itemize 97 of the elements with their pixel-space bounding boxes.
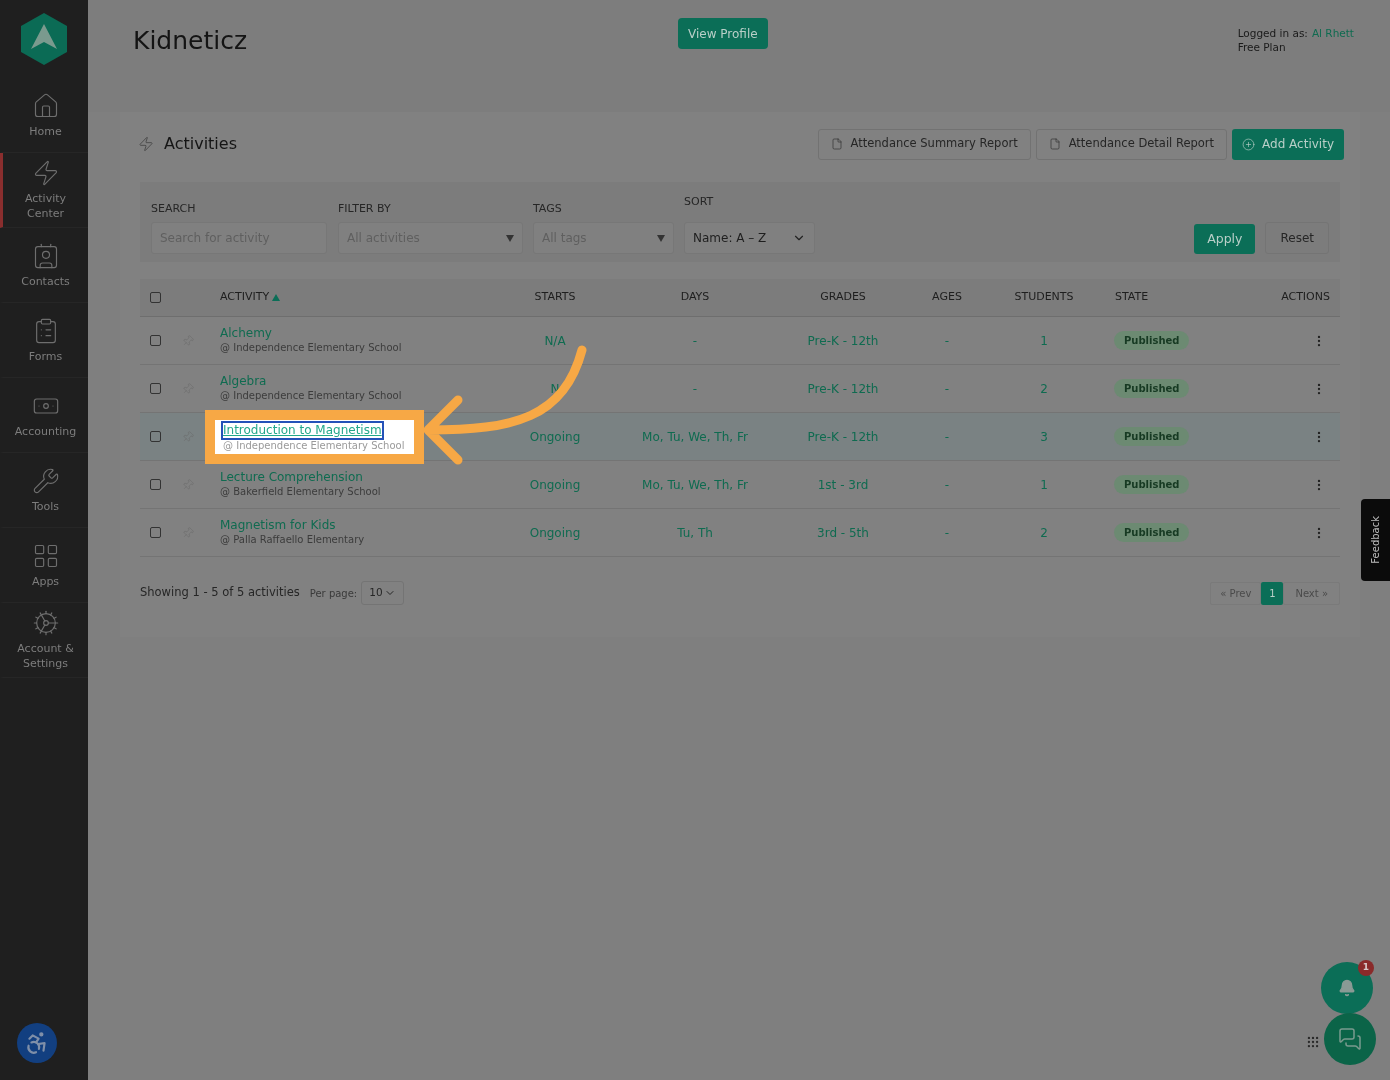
feedback-tab[interactable]: Feedback <box>1361 499 1390 581</box>
grades-cell-text: Pre-K - 12th <box>806 380 880 398</box>
starts-cell-text: N/A <box>543 332 567 350</box>
students-cell-text: 3 <box>1039 428 1049 446</box>
days-cell-text: - <box>691 332 699 350</box>
search-label: SEARCH <box>151 200 197 217</box>
activity-link[interactable]: Introduction to Magnetism <box>223 422 382 438</box>
grades-cell-text: 1st - 3rd <box>816 476 870 494</box>
column-header[interactable]: STARTS <box>534 290 576 304</box>
sidebar-item[interactable]: Tools <box>0 453 88 528</box>
add-activity-button[interactable]: Add Activity <box>1232 128 1344 160</box>
select-all-checkbox[interactable] <box>149 292 161 303</box>
column-header[interactable]: GRADES <box>820 290 866 304</box>
section-title: Activities <box>164 133 237 155</box>
sidebar-item[interactable]: Accounting <box>0 378 88 453</box>
tags-label: TAGS <box>533 200 563 217</box>
dropdown-arrow-icon <box>657 234 665 242</box>
students-cell-text: 1 <box>1039 332 1049 350</box>
ages-cell-text: - <box>943 332 951 350</box>
days-cell-text: - <box>691 380 699 398</box>
dropdown-arrow-icon <box>506 234 514 242</box>
grades-cell-text: Pre-K - 12th <box>806 428 880 446</box>
row-checkbox[interactable] <box>149 431 161 442</box>
logged-in-label: Logged in as: <box>1237 26 1308 40</box>
lightning-icon <box>138 136 154 152</box>
settings-icon <box>31 609 60 637</box>
activity-location: @ Independence Elementary School <box>223 438 405 453</box>
logo-icon <box>21 13 67 65</box>
page-button[interactable]: 1 <box>1261 581 1284 605</box>
notification-badge: 1 <box>1358 960 1374 976</box>
plan-label: Free Plan <box>1237 40 1287 54</box>
days-cell-text: Mo, Tu, We, Th, Fr <box>641 428 749 446</box>
view-profile-button[interactable]: View Profile <box>678 18 768 49</box>
column-header[interactable]: STUDENTS <box>1014 290 1074 304</box>
reset-button[interactable]: Reset <box>1265 222 1329 254</box>
notification-button[interactable]: 1 <box>1321 962 1373 1014</box>
report-button[interactable]: Attendance Detail Report <box>1035 128 1228 160</box>
wrench-icon <box>31 466 60 495</box>
chat-button[interactable] <box>1324 1013 1376 1065</box>
sidebar-item[interactable]: Activity Center <box>0 153 88 228</box>
chat-icon <box>1338 1027 1362 1051</box>
sidebar-item[interactable]: Apps <box>0 528 88 603</box>
status-badge: Published <box>1114 523 1190 542</box>
per-page-label: Per page: <box>309 586 358 601</box>
students-cell-text: 2 <box>1039 380 1049 398</box>
starts-cell-text: Ongoing <box>528 428 582 446</box>
table-row[interactable]: Alchemy @ Independence Elementary School N/A - Pre-K - 12th - 1 Published <box>140 317 1340 365</box>
starts-cell-text: Ongoing <box>528 524 582 542</box>
drag-handle-icon[interactable] <box>1306 1035 1320 1049</box>
grades-cell-text: 3rd - 5th <box>816 524 870 542</box>
apply-button[interactable]: Apply <box>1194 224 1256 254</box>
report-button[interactable]: Attendance Summary Report <box>817 128 1031 160</box>
activity-location: @ Palla Raffaello Elementary <box>220 533 366 547</box>
activity-location: @ Independence Elementary School <box>220 341 403 355</box>
ages-cell-text: - <box>943 524 951 542</box>
column-header[interactable]: AGES <box>932 290 962 304</box>
bell-icon <box>1338 979 1356 997</box>
ages-cell-text: - <box>943 428 951 446</box>
sort-dropdown[interactable]: Name: A – Z <box>684 222 815 254</box>
status-badge: Published <box>1114 427 1190 446</box>
document-icon <box>1048 138 1061 150</box>
row-checkbox[interactable] <box>149 335 161 346</box>
grades-cell-text: Pre-K - 12th <box>806 332 880 350</box>
days-cell-text: Tu, Th <box>676 524 714 542</box>
status-badge: Published <box>1114 379 1190 398</box>
results-count: Showing 1 - 5 of 5 activities <box>140 584 300 602</box>
sidebar-item[interactable]: Forms <box>0 303 88 378</box>
activity-location: @ Bakerfield Elementary School <box>220 485 382 499</box>
status-badge: Published <box>1114 475 1190 494</box>
days-cell-text: Mo, Tu, We, Th, Fr <box>641 476 749 494</box>
document-icon <box>830 138 843 150</box>
sidebar-item[interactable]: Account & Settings <box>0 603 88 678</box>
table-row[interactable]: Introduction to Magnetism @ Independence Elementary School Ongoing Mo, Tu, We, Th, Fr Pre-K - 12th - 3 Published <box>140 413 1340 461</box>
plus-circle-icon <box>1242 137 1256 151</box>
starts-cell-text: Ongoing <box>528 476 582 494</box>
row-checkbox[interactable] <box>149 527 161 538</box>
column-header[interactable]: ACTIONS <box>1281 290 1330 304</box>
ages-cell-text: - <box>943 380 951 398</box>
students-cell-text: 1 <box>1039 476 1049 494</box>
column-header[interactable]: STATE <box>1115 290 1149 304</box>
row-checkbox[interactable] <box>149 479 161 490</box>
accessibility-button[interactable] <box>17 1022 57 1063</box>
table-row[interactable]: Lecture Comprehension @ Bakerfield Elementary School Ongoing Mo, Tu, We, Th, Fr 1st - 3rd - 1 Published <box>140 461 1340 509</box>
sort-ascending-icon <box>272 294 281 301</box>
ages-cell-text: - <box>943 476 951 494</box>
per-page-dropdown[interactable]: 10 <box>361 581 405 605</box>
column-header[interactable]: ACTIVITY <box>220 289 270 306</box>
sort-label: SORT <box>684 193 715 210</box>
activity-location: @ Independence Elementary School <box>220 389 403 403</box>
table-row[interactable]: Magnetism for Kids @ Palla Raffaello Elementary Ongoing Tu, Th 3rd - 5th - 2 Published <box>140 509 1340 557</box>
students-cell-text: 2 <box>1039 524 1049 542</box>
status-badge: Published <box>1114 331 1190 350</box>
row-checkbox[interactable] <box>149 383 161 394</box>
app-title: Kidneticz <box>133 25 249 57</box>
sidebar-item[interactable]: Contacts <box>0 228 88 303</box>
filter-label: FILTER BY <box>338 200 392 217</box>
column-header[interactable]: DAYS <box>680 290 710 304</box>
